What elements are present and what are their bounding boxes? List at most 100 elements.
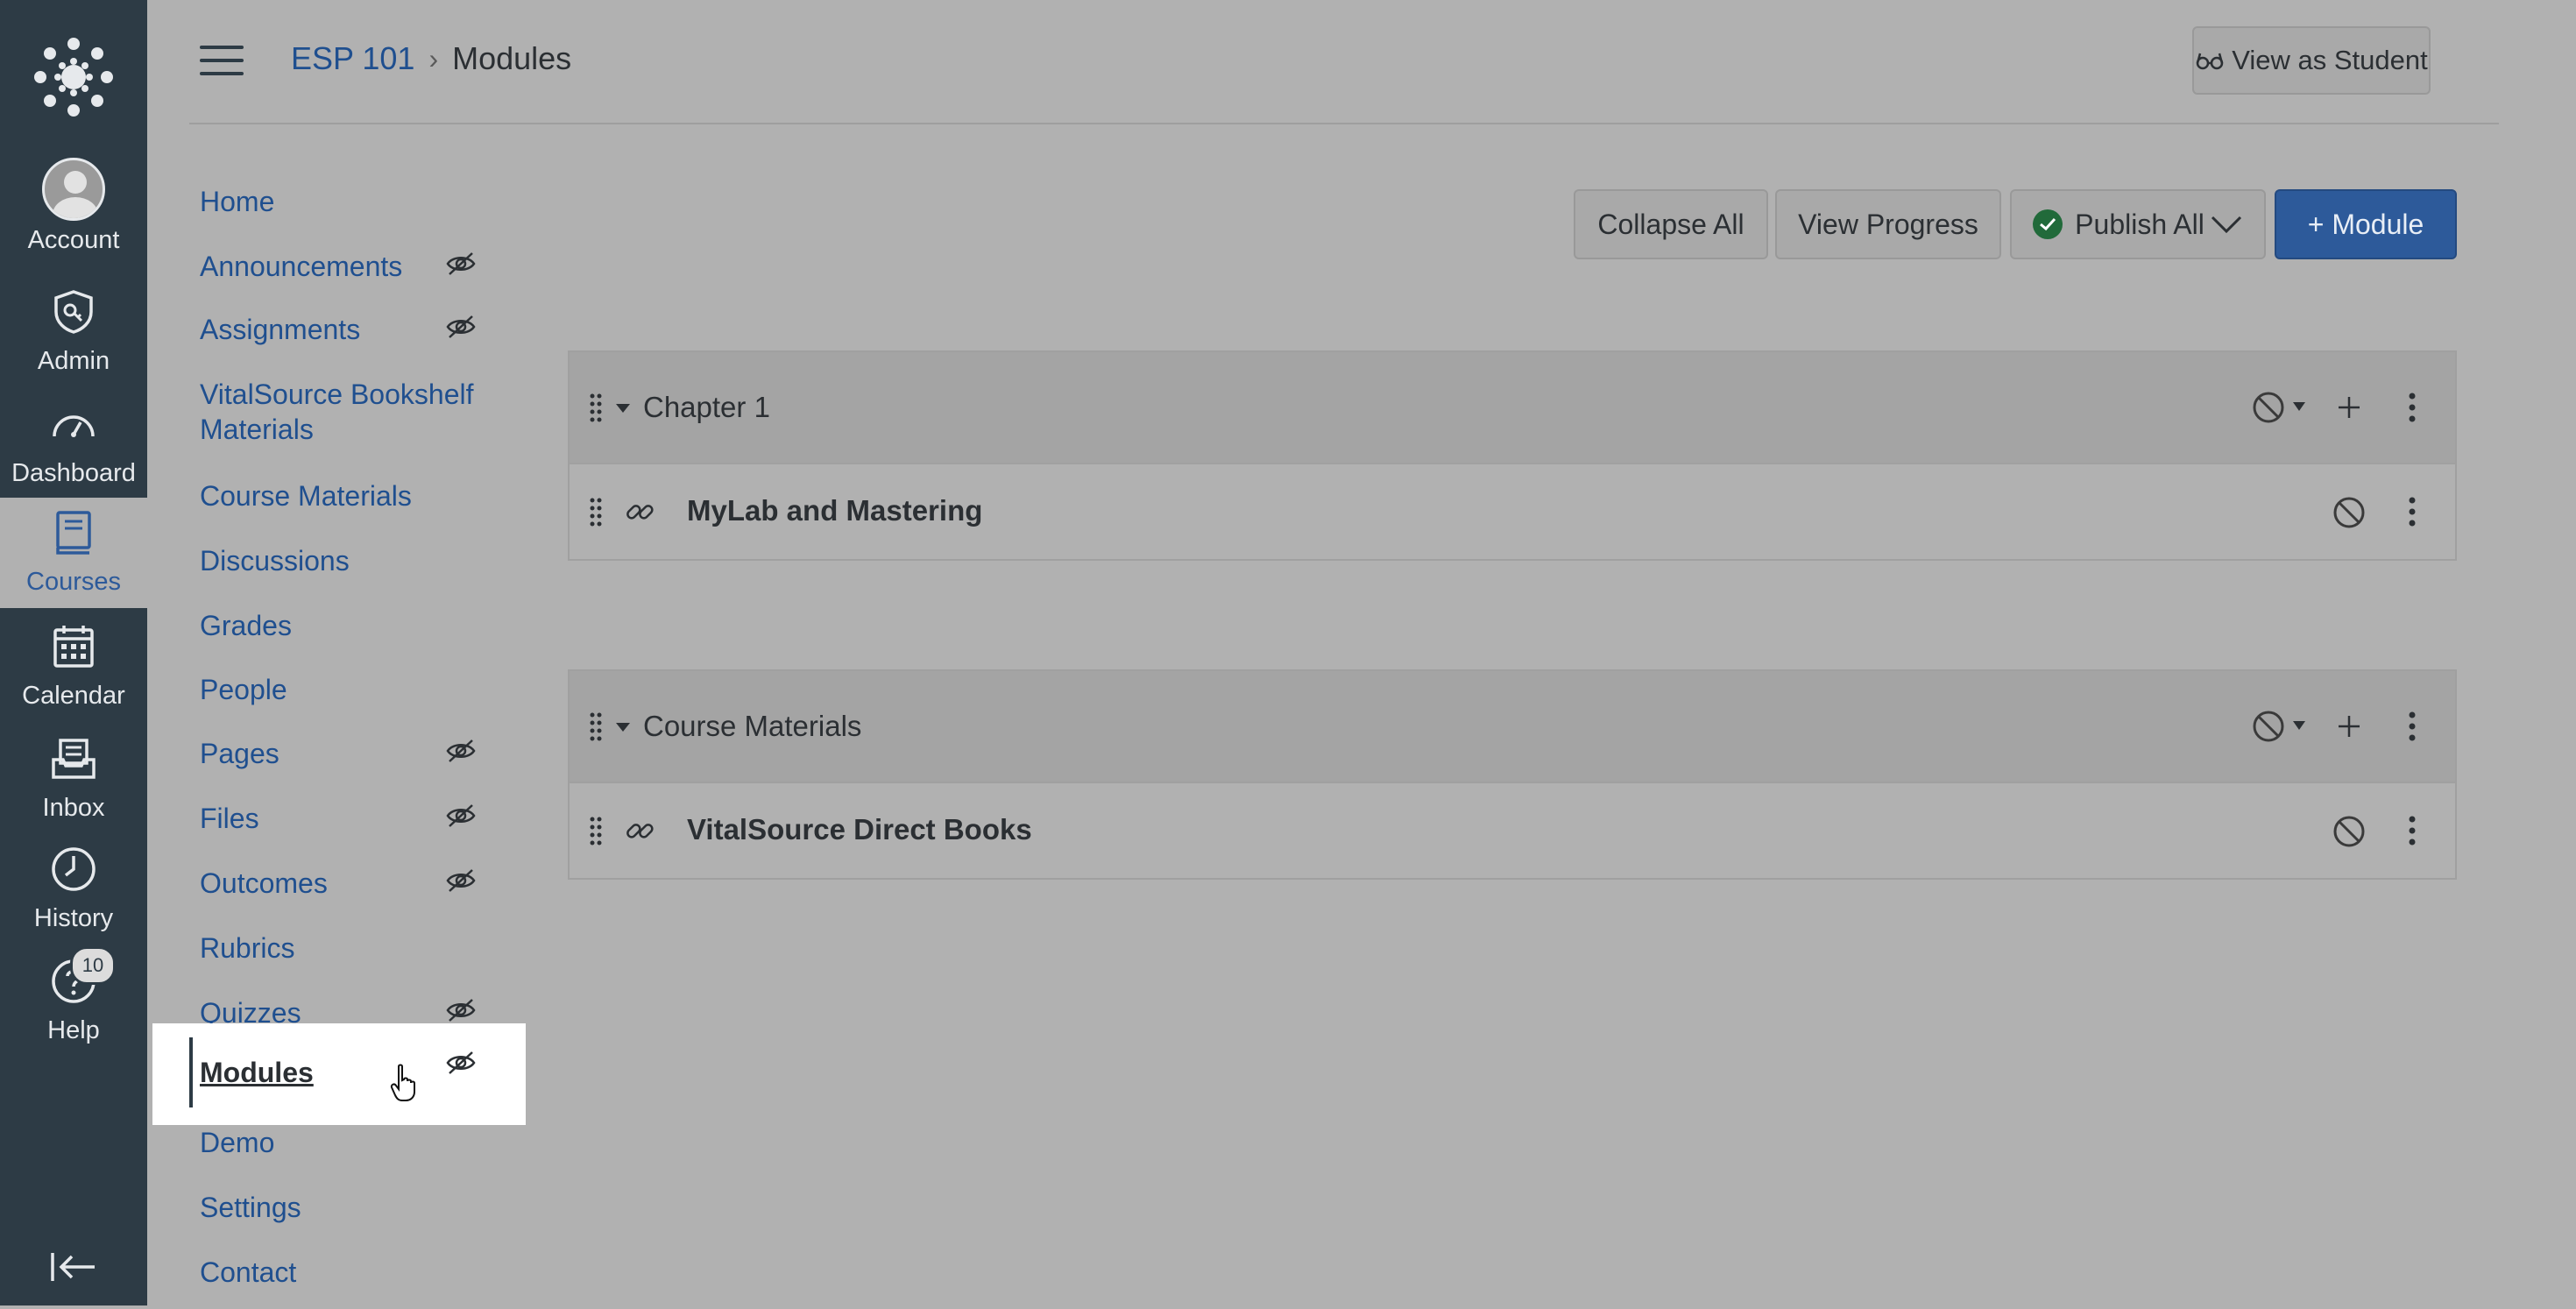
breadcrumb-separator: › [428,42,439,74]
add-module-button[interactable]: + Module [2275,189,2457,259]
admin-shield-icon [46,284,102,340]
active-indicator [189,1037,193,1107]
hand-pointer-cursor-icon [390,1064,415,1101]
unpublished-icon[interactable] [2332,496,2366,529]
drag-handle-icon[interactable] [589,393,603,422]
module-item-title[interactable]: VitalSource Direct Books [687,813,1032,846]
global-nav: Account Admin Dashboard Courses Calendar… [0,0,147,1305]
collapse-triangle-icon[interactable] [615,722,631,732]
course-nav-settings[interactable]: Settings [152,1181,526,1244]
drag-handle-icon[interactable] [589,711,603,741]
global-nav-label: Dashboard [11,459,136,487]
course-nav-vitalsource-bookshelf[interactable]: VitalSource Bookshelf Materials [152,368,526,452]
unpublished-icon[interactable] [2252,391,2285,424]
external-link-chain-icon [626,505,654,520]
global-nav-account[interactable]: Account [0,158,147,269]
hidden-eye-slash-icon [446,315,476,338]
add-item-plus-icon[interactable] [2336,713,2362,739]
collapse-nav-icon[interactable] [49,1251,98,1283]
global-nav-history[interactable]: History [0,841,147,952]
view-progress-button[interactable]: View Progress [1775,189,2001,259]
course-nav-discussions[interactable]: Discussions [152,534,526,598]
course-nav-label: People [200,674,287,705]
hidden-eye-slash-icon [446,999,476,1022]
course-nav-pages[interactable]: Pages [152,727,526,790]
course-nav-label: Course Materials [200,480,412,512]
kebab-menu-icon[interactable] [2408,497,2417,527]
course-nav-label: Contact [200,1256,297,1288]
published-check-icon [2033,209,2063,239]
hidden-eye-slash-icon [446,1051,476,1074]
module-title: Chapter 1 [643,391,770,423]
view-as-student-button[interactable]: View as Student [2192,26,2431,95]
course-nav-course-materials[interactable]: Course Materials [152,470,526,533]
help-notification-badge: 10 [70,946,116,985]
module-chapter-1: Chapter 1 MyLab and Mastering [568,350,2457,561]
module-header[interactable]: Chapter 1 [570,352,2455,464]
course-nav-grades[interactable]: Grades [152,599,526,662]
course-nav-files[interactable]: Files [152,792,526,855]
global-nav-label: Help [47,1016,100,1044]
kebab-menu-icon[interactable] [2408,711,2417,741]
breadcrumb-course-link[interactable]: ESP 101 [291,40,414,77]
module-title: Course Materials [643,710,862,742]
publish-all-label: Publish All [2075,208,2204,240]
drag-handle-icon[interactable] [589,497,603,527]
hidden-eye-slash-icon [446,252,476,275]
global-nav-dashboard[interactable]: Dashboard [0,396,147,507]
global-nav-label: Inbox [42,794,105,822]
hidden-eye-slash-icon [446,869,476,892]
course-nav-label: Modules [200,1057,314,1088]
global-nav-label: Account [27,226,120,254]
kebab-menu-icon[interactable] [2408,393,2417,422]
course-nav-label: Pages [200,738,280,769]
unpublished-icon[interactable] [2332,815,2366,848]
global-nav-calendar[interactable]: Calendar [0,619,147,730]
drag-handle-icon[interactable] [589,816,603,846]
course-nav-assignments[interactable]: Assignments [152,303,526,366]
courses-book-icon [46,505,102,561]
breadcrumb-current: Modules [452,40,572,76]
module-item[interactable]: VitalSource Direct Books [570,783,2455,878]
view-progress-label: View Progress [1798,208,1978,240]
hamburger-menu-icon[interactable] [200,46,244,77]
module-item[interactable]: MyLab and Mastering [570,464,2455,559]
calendar-icon [46,619,102,675]
course-nav-label: Discussions [200,545,350,577]
course-nav-label: Grades [200,610,292,641]
canvas-logo-icon[interactable] [30,33,117,121]
course-nav-contact[interactable]: Contact [152,1246,526,1309]
course-nav-demo[interactable]: Demo [152,1116,526,1179]
breadcrumb: ESP 101 › Modules [291,40,571,77]
module-course-materials: Course Materials VitalSource Direct Book… [568,669,2457,880]
global-nav-inbox[interactable]: Inbox [0,731,147,842]
page-header: ESP 101 › Modules View as Student [189,0,2499,124]
course-nav-outcomes[interactable]: Outcomes [152,857,526,920]
hidden-eye-slash-icon [446,739,476,762]
course-nav-people[interactable]: People [152,663,526,726]
course-nav-modules[interactable]: Modules [152,1023,526,1125]
publish-all-button[interactable]: Publish All [2010,189,2266,259]
caret-down-icon[interactable] [2292,720,2306,731]
global-nav-courses[interactable]: Courses [0,498,147,608]
add-item-plus-icon[interactable] [2336,394,2362,421]
module-item-title[interactable]: MyLab and Mastering [687,494,982,527]
collapse-all-button[interactable]: Collapse All [1574,189,1768,259]
global-nav-label: History [33,904,114,932]
global-nav-admin[interactable]: Admin [0,284,147,395]
course-nav-label: Outcomes [200,867,328,899]
course-nav-rubrics[interactable]: Rubrics [152,922,526,985]
caret-down-icon[interactable] [2292,401,2306,412]
collapse-triangle-icon[interactable] [615,403,631,414]
kebab-menu-icon[interactable] [2408,816,2417,846]
course-nav-label: Settings [200,1192,301,1223]
course-nav-label: Announcements [200,251,403,282]
course-nav-label: Files [200,803,259,834]
course-nav-label: Home [200,186,275,217]
course-nav-label: Demo [200,1127,275,1158]
module-header[interactable]: Course Materials [570,671,2455,783]
course-nav-label: Rubrics [200,932,295,964]
unpublished-icon[interactable] [2252,710,2285,743]
course-nav-announcements[interactable]: Announcements [152,240,526,303]
course-nav-home[interactable]: Home [152,175,526,238]
